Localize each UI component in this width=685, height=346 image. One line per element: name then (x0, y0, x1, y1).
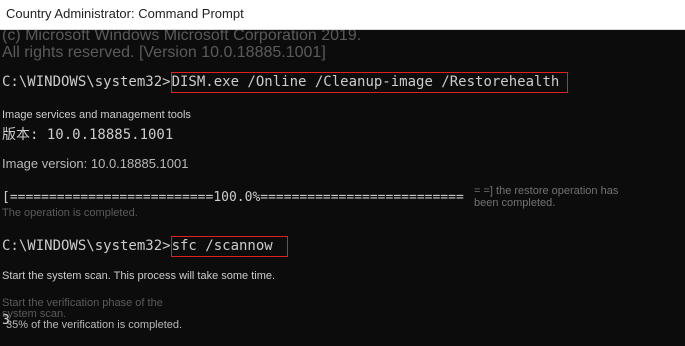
rights-line: All rights reserved. [Version 10.0.18885… (2, 44, 326, 61)
console-output[interactable]: (c) Microsoft Windows Microsoft Corporat… (0, 30, 685, 346)
version-cn-line: 版本: 10.0.18885.1001 (2, 127, 174, 143)
verification-percent-line: 35% of the verification is completed. (6, 319, 183, 331)
image-version-line: Image version: 10.0.18885.1001 (2, 156, 189, 171)
dism-command-highlight: DISM.exe /Online /Cleanup-image /Restore… (170, 72, 569, 93)
prompt-path: C:\WINDOWS\system32> (2, 74, 171, 90)
window-title: Country Administrator: Command Prompt (6, 6, 244, 21)
prompt-path: C:\WINDOWS\system32> (2, 238, 171, 254)
dism-command: DISM.exe /Online /Cleanup-image /Restore… (171, 74, 560, 90)
command-line-dism: C:\WINDOWS\system32>DISM.exe /Online /Cl… (2, 72, 569, 93)
scan-start-line: Start the system scan. This process will… (2, 270, 276, 282)
command-line-sfc: C:\WINDOWS\system32>sfc /scannow (2, 236, 288, 257)
console-cursor: 3 (2, 313, 10, 328)
window-titlebar[interactable]: Country Administrator: Command Prompt (0, 0, 685, 30)
operation-completed-line: The operation is completed. (2, 207, 138, 219)
sfc-command: sfc /scannow (171, 238, 273, 254)
copyright-line: (c) Microsoft Windows Microsoft Corporat… (2, 30, 362, 44)
sfc-command-highlight: sfc /scannow (170, 236, 288, 257)
progress-bar-text: [==========================100.0%=======… (2, 190, 464, 205)
restore-completed-note: = =] the restore operation has been comp… (474, 185, 619, 209)
tool-name-line: Image services and management tools (2, 109, 191, 121)
